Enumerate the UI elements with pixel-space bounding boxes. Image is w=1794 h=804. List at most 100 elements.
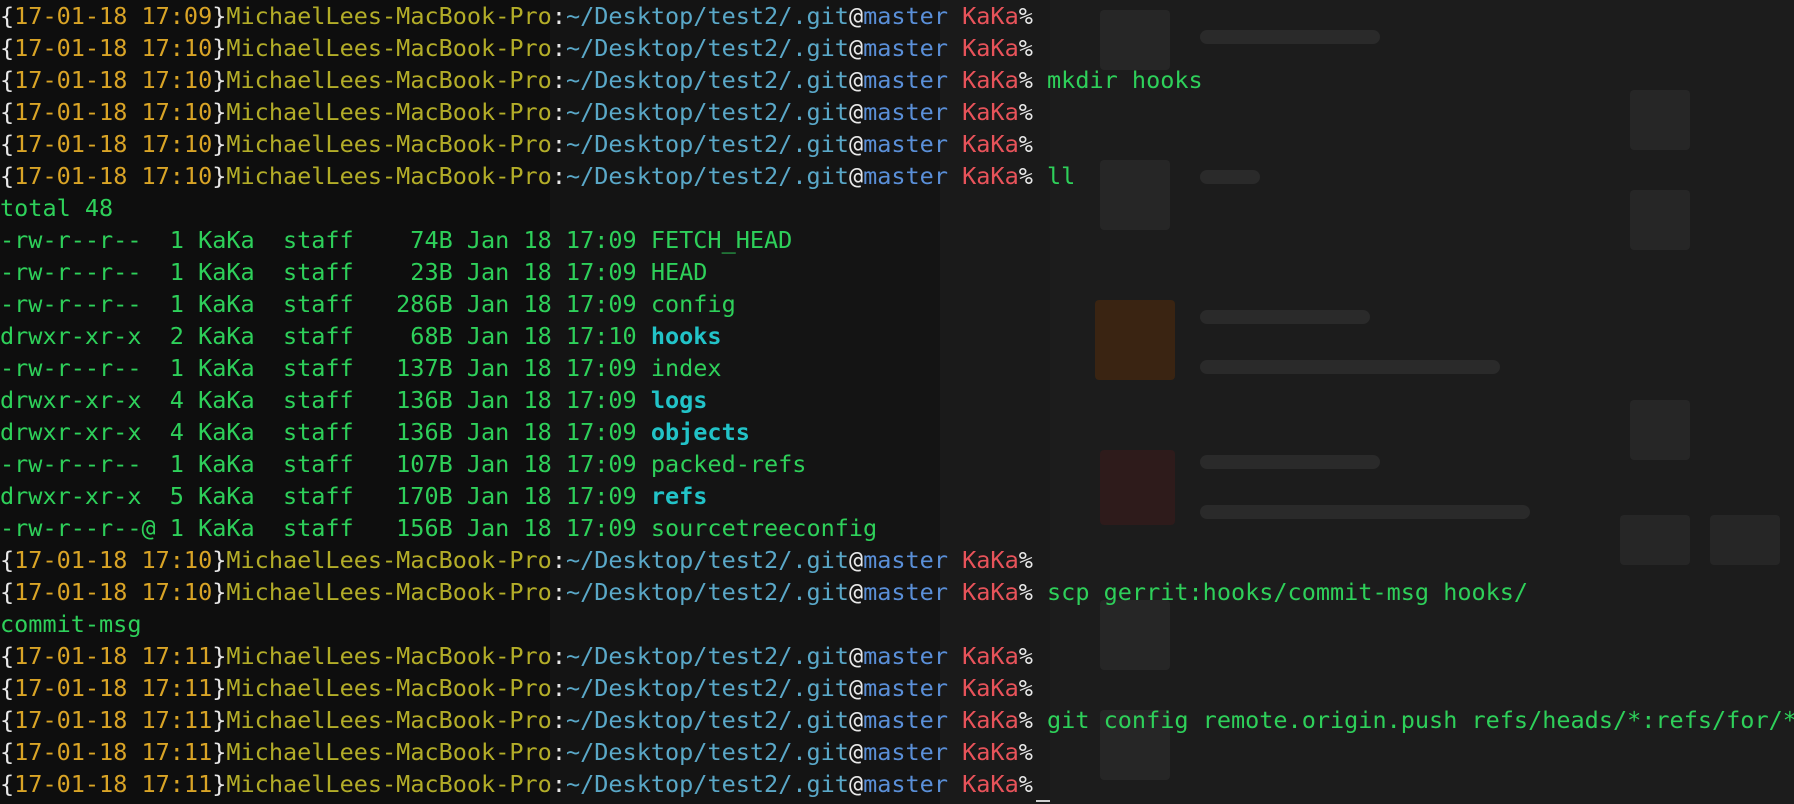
listing-row: -rw-r--r-- 1 KaKa staff 23B Jan 18 17:09… [0, 256, 707, 288]
prompt-brace-open: { [0, 34, 15, 62]
prompt-user: KaKa [947, 738, 1019, 766]
prompt-brace-open: { [0, 98, 15, 126]
listing-filename: packed-refs [650, 450, 807, 478]
prompt-colon: : [551, 162, 566, 190]
prompt-branch: master [863, 66, 948, 94]
listing-filename: FETCH_HEAD [650, 226, 793, 254]
prompt-branch: master [863, 162, 948, 190]
output-text: total 48 [0, 194, 114, 222]
prompt-symbol: % [1018, 706, 1033, 734]
prompt-symbol: % [1018, 770, 1033, 798]
prompt-brace-close: } [212, 162, 227, 190]
prompt-symbol: % [1018, 162, 1033, 190]
prompt-colon: : [551, 674, 566, 702]
prompt-symbol: % [1018, 34, 1033, 62]
prompt-at: @ [848, 770, 864, 798]
prompt-branch: master [863, 2, 948, 30]
prompt-hostname: MichaelLees-MacBook-Pro [226, 2, 552, 30]
listing-dirname: logs [650, 386, 708, 414]
listing-meta: drwxr-xr-x 5 KaKa staff 170B Jan 18 17:0… [0, 482, 651, 510]
prompt-user: KaKa [947, 770, 1019, 798]
listing-meta: -rw-r--r--@ 1 KaKa staff 156B Jan 18 17:… [0, 514, 651, 542]
prompt-path: ~/Desktop/test2/.git [565, 66, 849, 94]
prompt-path: ~/Desktop/test2/.git [565, 2, 849, 30]
prompt-user: KaKa [947, 2, 1019, 30]
prompt-line: {17-01-18 17:10}MichaelLees-MacBook-Pro:… [0, 576, 1528, 608]
prompt-hostname: MichaelLees-MacBook-Pro [226, 738, 552, 766]
listing-dirname: refs [650, 482, 708, 510]
prompt-line: {17-01-18 17:11}MichaelLees-MacBook-Pro:… [0, 672, 1033, 704]
output-text: commit-msg [0, 610, 142, 638]
prompt-user: KaKa [947, 34, 1019, 62]
prompt-branch: master [863, 578, 948, 606]
listing-row: -rw-r--r--@ 1 KaKa staff 156B Jan 18 17:… [0, 512, 877, 544]
listing-dirname: hooks [650, 322, 722, 350]
prompt-colon: : [551, 578, 566, 606]
prompt-brace-close: } [212, 642, 227, 670]
prompt-brace-open: { [0, 578, 15, 606]
prompt-path: ~/Desktop/test2/.git [565, 130, 849, 158]
prompt-timestamp: 17-01-18 17:09 [14, 2, 213, 30]
prompt-symbol: % [1018, 674, 1033, 702]
prompt-colon: : [551, 34, 566, 62]
prompt-brace-open: { [0, 546, 15, 574]
prompt-path: ~/Desktop/test2/.git [565, 674, 849, 702]
listing-meta: -rw-r--r-- 1 KaKa staff 137B Jan 18 17:0… [0, 354, 651, 382]
prompt-colon: : [551, 706, 566, 734]
prompt-branch: master [863, 546, 948, 574]
command-text: git config remote.origin.push refs/heads… [1032, 706, 1794, 734]
prompt-hostname: MichaelLees-MacBook-Pro [226, 642, 552, 670]
listing-meta: -rw-r--r-- 1 KaKa staff 23B Jan 18 17:09 [0, 258, 651, 286]
prompt-brace-close: } [212, 578, 227, 606]
prompt-symbol: % [1018, 642, 1033, 670]
prompt-line: {17-01-18 17:11}MichaelLees-MacBook-Pro:… [0, 768, 1033, 800]
prompt-symbol: % [1018, 546, 1033, 574]
prompt-brace-open: { [0, 130, 15, 158]
prompt-brace-open: { [0, 770, 15, 798]
prompt-symbol: % [1018, 130, 1033, 158]
prompt-brace-close: } [212, 706, 227, 734]
prompt-line: {17-01-18 17:10}MichaelLees-MacBook-Pro:… [0, 32, 1033, 64]
prompt-branch: master [863, 98, 948, 126]
prompt-user: KaKa [947, 578, 1019, 606]
prompt-timestamp: 17-01-18 17:11 [14, 738, 213, 766]
prompt-line: {17-01-18 17:09}MichaelLees-MacBook-Pro:… [0, 0, 1033, 32]
prompt-path: ~/Desktop/test2/.git [565, 546, 849, 574]
listing-dirname: objects [650, 418, 750, 446]
terminal-window[interactable]: {17-01-18 17:09}MichaelLees-MacBook-Pro:… [0, 0, 1794, 804]
listing-row: drwxr-xr-x 5 KaKa staff 170B Jan 18 17:0… [0, 480, 707, 512]
prompt-at: @ [848, 738, 864, 766]
prompt-symbol: % [1018, 578, 1033, 606]
listing-row: -rw-r--r-- 1 KaKa staff 137B Jan 18 17:0… [0, 352, 722, 384]
prompt-hostname: MichaelLees-MacBook-Pro [226, 578, 552, 606]
prompt-colon: : [551, 738, 566, 766]
command-text: scp gerrit:hooks/commit-msg hooks/ [1032, 578, 1529, 606]
prompt-at: @ [848, 706, 864, 734]
prompt-line: {17-01-18 17:10}MichaelLees-MacBook-Pro:… [0, 160, 1075, 192]
prompt-user: KaKa [947, 642, 1019, 670]
prompt-colon: : [551, 642, 566, 670]
prompt-at: @ [848, 66, 864, 94]
prompt-brace-close: } [212, 738, 227, 766]
prompt-brace-open: { [0, 674, 15, 702]
prompt-colon: : [551, 770, 566, 798]
prompt-at: @ [848, 34, 864, 62]
command-text: ll [1032, 162, 1076, 190]
prompt-brace-close: } [212, 674, 227, 702]
listing-filename: HEAD [650, 258, 708, 286]
prompt-brace-open: { [0, 642, 15, 670]
prompt-brace-open: { [0, 2, 15, 30]
prompt-path: ~/Desktop/test2/.git [565, 162, 849, 190]
prompt-brace-open: { [0, 66, 15, 94]
prompt-colon: : [551, 2, 566, 30]
prompt-user: KaKa [947, 162, 1019, 190]
prompt-line: {17-01-18 17:10}MichaelLees-MacBook-Pro:… [0, 64, 1203, 96]
prompt-path: ~/Desktop/test2/.git [565, 578, 849, 606]
prompt-line: {17-01-18 17:10}MichaelLees-MacBook-Pro:… [0, 128, 1033, 160]
prompt-line: {17-01-18 17:11}MichaelLees-MacBook-Pro:… [0, 640, 1033, 672]
prompt-branch: master [863, 738, 948, 766]
prompt-colon: : [551, 98, 566, 126]
prompt-brace-close: } [212, 34, 227, 62]
listing-row: drwxr-xr-x 2 KaKa staff 68B Jan 18 17:10… [0, 320, 722, 352]
prompt-timestamp: 17-01-18 17:10 [14, 546, 213, 574]
